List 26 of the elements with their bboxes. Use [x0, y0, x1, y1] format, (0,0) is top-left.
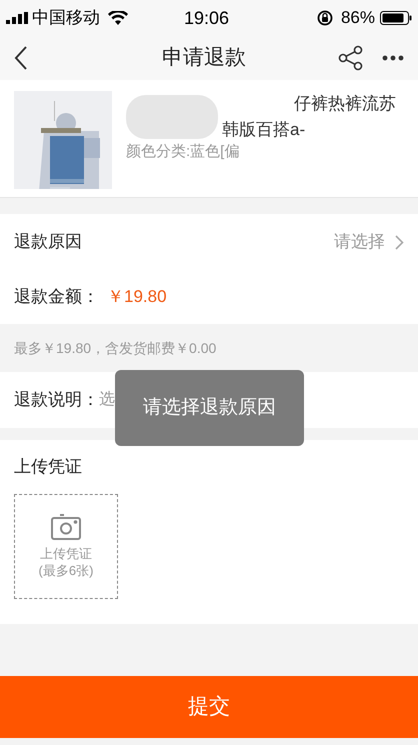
wifi-icon [108, 11, 128, 25]
product-title: 仔裤热裤流苏 [294, 93, 396, 115]
refund-amount: ￥19.80 [107, 286, 167, 308]
submit-button[interactable]: 提交 [0, 676, 418, 738]
upload-button[interactable]: 上传凭证 (最多6张) [14, 494, 118, 598]
reason-label: 退款原因 [14, 231, 82, 254]
page-title: 申请退款 [162, 45, 246, 72]
rotation-lock-icon [316, 10, 333, 26]
clock-time: 19:06 [184, 6, 230, 30]
description-label: 退款说明： [14, 389, 99, 412]
signal-icon [6, 12, 28, 24]
share-icon[interactable] [338, 45, 364, 71]
chevron-right-icon [395, 234, 404, 250]
reason-selector[interactable]: 请选择 [334, 229, 404, 255]
carrier-name: 中国移动 [32, 7, 100, 30]
more-icon[interactable] [382, 55, 404, 61]
battery-icon [380, 11, 412, 25]
battery-percent: 86% [340, 7, 375, 30]
error-toast: 请选择退款原因 [115, 370, 304, 446]
description-field[interactable]: 选 [99, 388, 116, 412]
amount-label: 退款金额： [14, 286, 99, 308]
product-title: 韩版百搭a- [222, 119, 306, 141]
upload-title: 上传凭证 [14, 456, 83, 478]
refund-note: 最多￥19.80，含发货邮费￥0.00 [14, 338, 216, 358]
product-variant: 颜色分类:蓝色[偏 [126, 142, 240, 162]
camera-icon [51, 513, 81, 541]
